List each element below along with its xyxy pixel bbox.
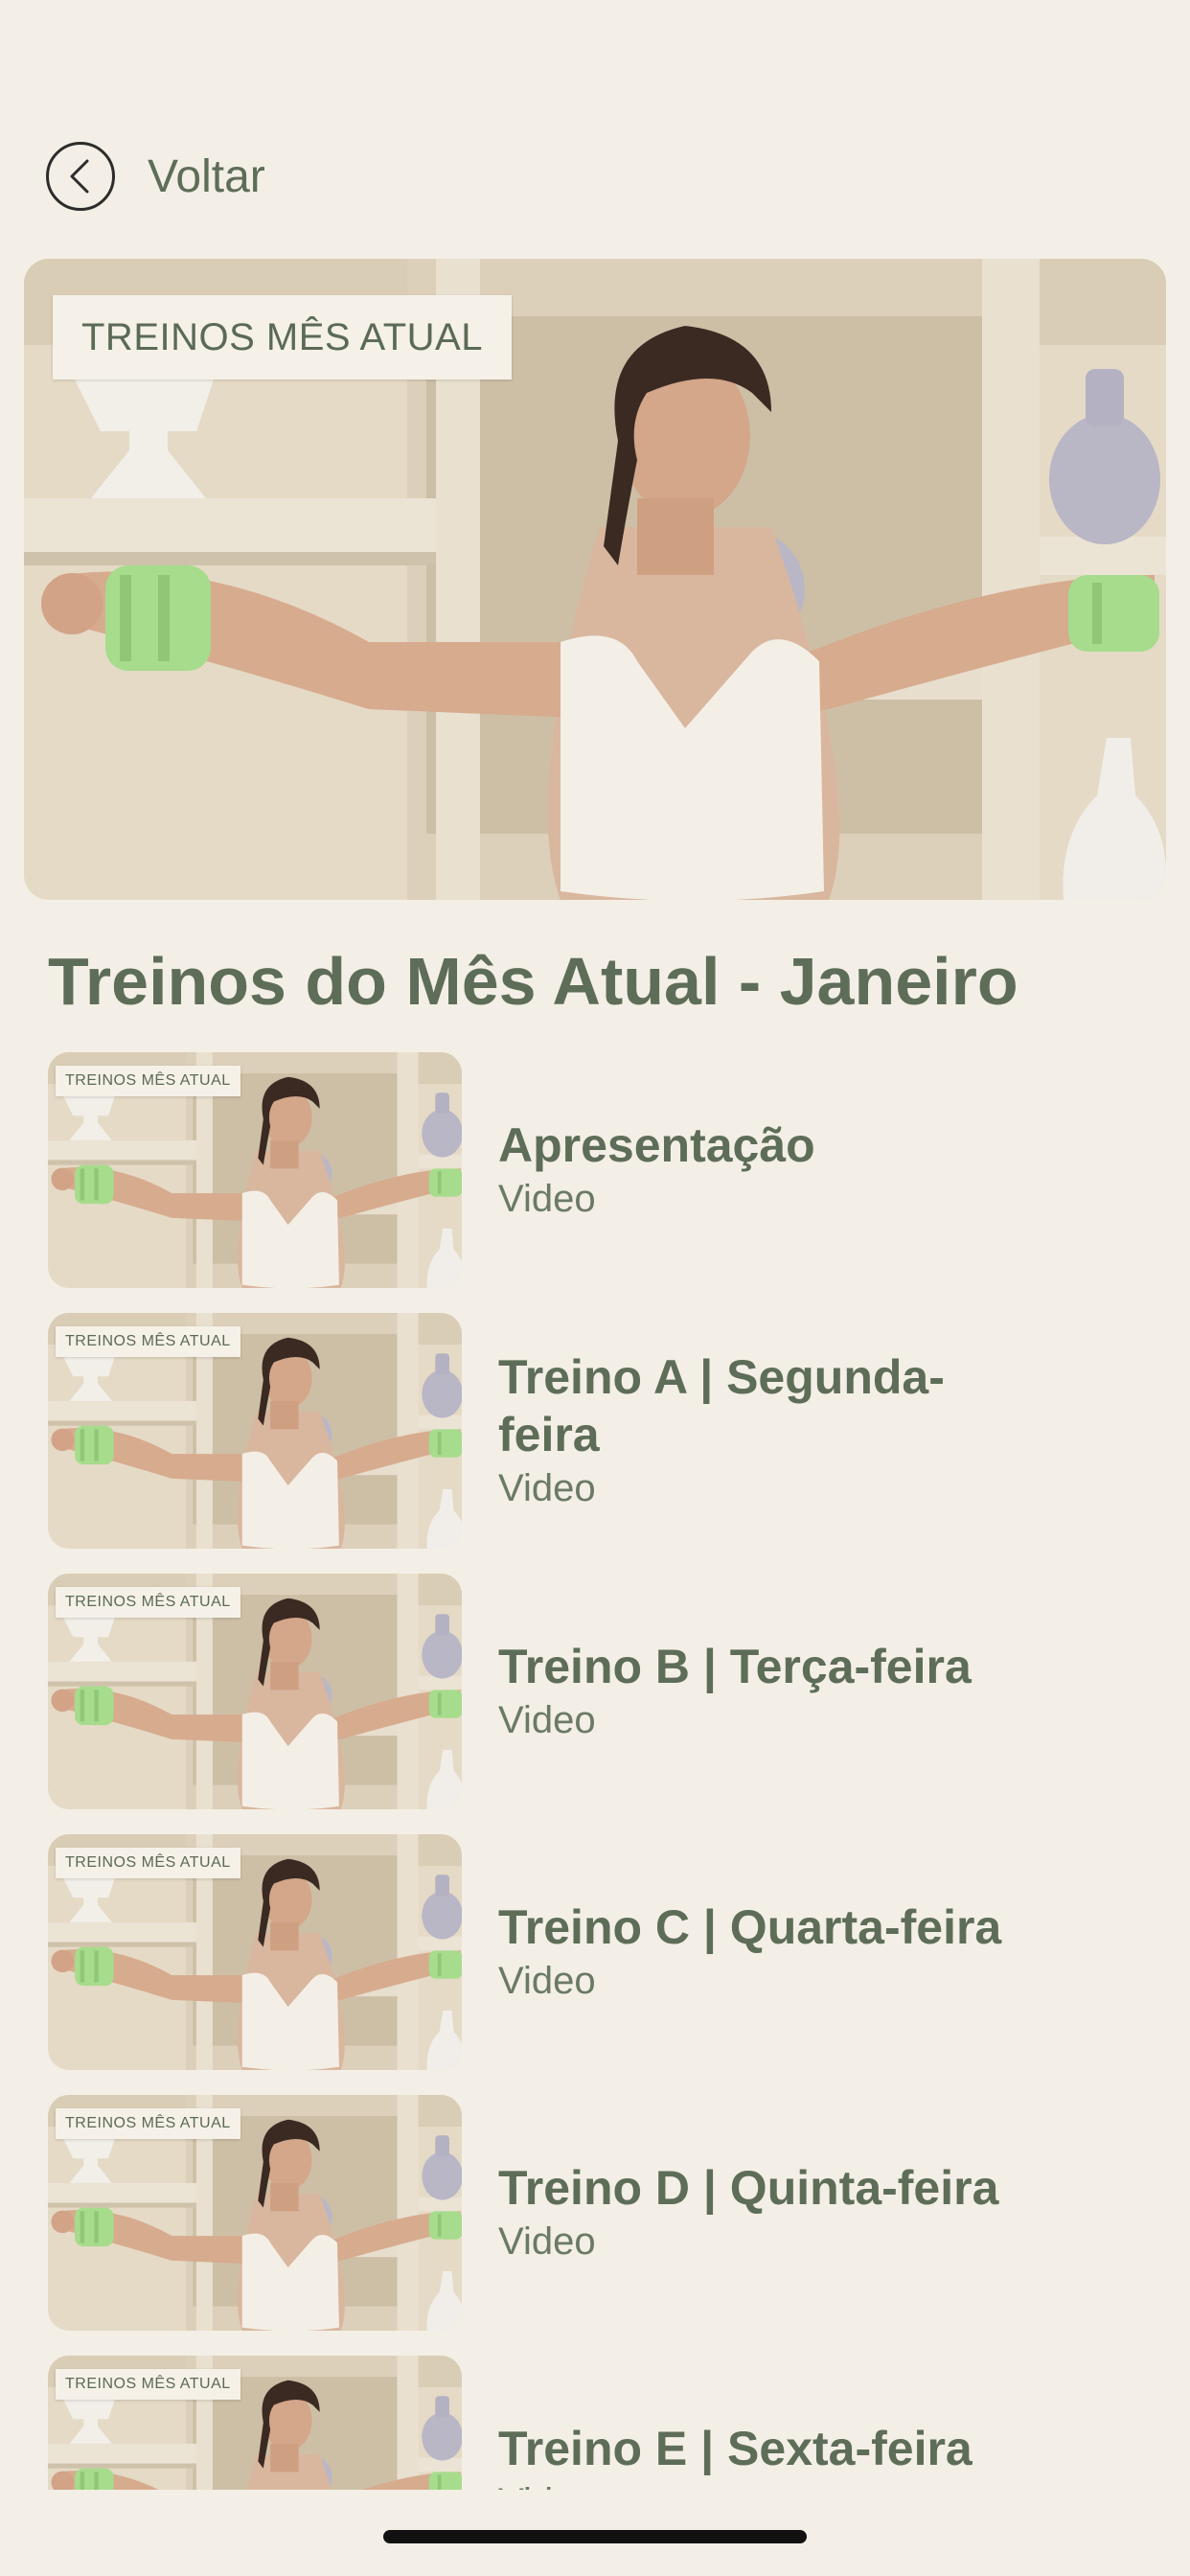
workout-title[interactable]: Apresentação bbox=[498, 1116, 1121, 1174]
workout-item-treino-b[interactable]: TREINOS MÊS ATUAL Treino B | Terça-feira… bbox=[48, 1574, 1150, 1809]
workout-type: Video bbox=[498, 1699, 596, 1741]
workout-type: Video bbox=[498, 1178, 596, 1220]
thumbnail-tag: TREINOS MÊS ATUAL bbox=[56, 2108, 240, 2139]
workout-type: Video bbox=[498, 2220, 596, 2263]
thumbnail-tag: TREINOS MÊS ATUAL bbox=[56, 2369, 240, 2400]
video-thumbnail[interactable]: TREINOS MÊS ATUAL bbox=[48, 1574, 462, 1809]
thumbnail-tag: TREINOS MÊS ATUAL bbox=[56, 1066, 240, 1096]
workout-type: Video bbox=[498, 1960, 596, 2002]
workout-item-treino-c[interactable]: TREINOS MÊS ATUAL Treino C | Quarta-feir… bbox=[48, 1834, 1150, 2070]
home-indicator[interactable] bbox=[383, 2530, 807, 2543]
video-thumbnail[interactable]: TREINOS MÊS ATUAL bbox=[48, 2095, 462, 2331]
hero-banner: TREINOS MÊS ATUAL bbox=[24, 259, 1166, 900]
workout-title[interactable]: Treino D | Quinta-feira bbox=[498, 2159, 1121, 2217]
section-title: Treinos do Mês Atual - Janeiro bbox=[48, 944, 1018, 1019]
workout-type: Video bbox=[498, 1467, 596, 1509]
video-thumbnail[interactable]: TREINOS MÊS ATUAL bbox=[48, 1052, 462, 1288]
thumbnail-tag: TREINOS MÊS ATUAL bbox=[56, 1326, 240, 1357]
workout-list: TREINOS MÊS ATUAL Apresentação Video TRE… bbox=[0, 1045, 1190, 2490]
back-chevron-circle[interactable] bbox=[46, 142, 115, 211]
workout-item-treino-e[interactable]: TREINOS MÊS ATUAL Treino E | Sexta-feira… bbox=[48, 2356, 1150, 2490]
thumbnail-tag: TREINOS MÊS ATUAL bbox=[56, 1587, 240, 1618]
workout-type: Video bbox=[498, 2477, 1121, 2490]
thumbnail-tag: TREINOS MÊS ATUAL bbox=[56, 1848, 240, 1878]
workout-title[interactable]: Treino E | Sexta-feira bbox=[498, 2420, 1121, 2477]
video-thumbnail[interactable]: TREINOS MÊS ATUAL bbox=[48, 1313, 462, 1549]
chevron-left-icon bbox=[70, 159, 89, 194]
workout-title[interactable]: Treino C | Quarta-feira bbox=[498, 1898, 1121, 1956]
workout-title[interactable]: Treino B | Terça-feira bbox=[498, 1638, 1121, 1695]
workout-title[interactable]: Treino A | Segunda-feira bbox=[498, 1348, 996, 1463]
video-thumbnail[interactable]: TREINOS MÊS ATUAL bbox=[48, 2356, 462, 2490]
back-label[interactable]: Voltar bbox=[148, 150, 265, 203]
workout-item-treino-d[interactable]: TREINOS MÊS ATUAL Treino D | Quinta-feir… bbox=[48, 2095, 1150, 2331]
workout-item-apresentacao[interactable]: TREINOS MÊS ATUAL Apresentação Video bbox=[48, 1052, 1150, 1288]
hero-tag: TREINOS MÊS ATUAL bbox=[53, 295, 512, 380]
workout-item-treino-a[interactable]: TREINOS MÊS ATUAL Treino A | Segunda-fei… bbox=[48, 1313, 1150, 1549]
back-button[interactable]: Voltar bbox=[46, 142, 265, 211]
video-thumbnail[interactable]: TREINOS MÊS ATUAL bbox=[48, 1834, 462, 2070]
